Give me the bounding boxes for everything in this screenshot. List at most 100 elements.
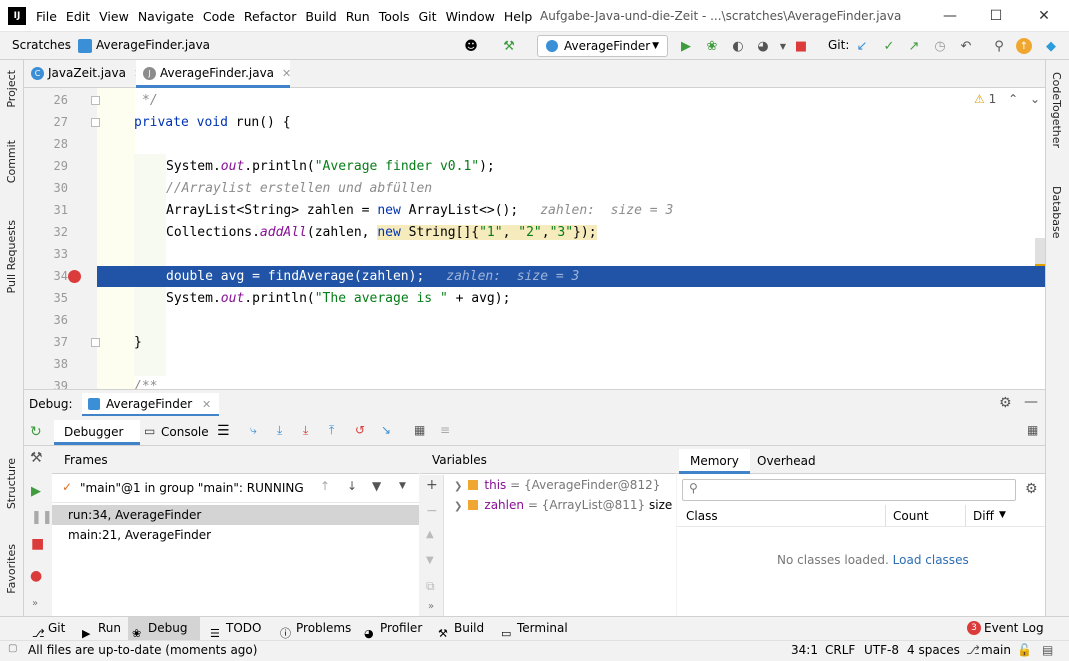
layout-settings-icon[interactable]: ▦ [1027, 423, 1038, 437]
menu-git[interactable]: Git [419, 9, 444, 24]
menu-refactor[interactable]: Refactor [244, 9, 303, 24]
menu-view[interactable]: View [99, 9, 136, 24]
side-tab-codetogether[interactable]: CodeTogether [1050, 72, 1063, 148]
event-log-button[interactable]: 3 Event Log [964, 617, 1044, 640]
chevron-down-icon[interactable]: ▼ [399, 481, 406, 491]
trace-stream-icon[interactable]: ≡ [440, 423, 450, 437]
coverage-icon[interactable]: ◐ [729, 37, 747, 55]
resume-icon[interactable]: ▶ [31, 484, 41, 499]
gear-icon[interactable]: ⚙ [999, 395, 1012, 411]
bottom-tab-todo[interactable]: ☰ TODO [206, 617, 261, 640]
side-tab-pull-requests[interactable]: Pull Requests [5, 220, 18, 293]
menu-run[interactable]: Run [346, 9, 377, 24]
close-window-button[interactable]: ✕ [1021, 0, 1067, 32]
git-branch[interactable]: main [981, 643, 1011, 657]
force-step-into-icon[interactable]: ⤓ [303, 423, 308, 438]
updates-icon[interactable]: ↑ [1016, 38, 1032, 54]
step-over-icon[interactable]: ⤷ [250, 423, 257, 438]
more-actions-icon[interactable]: » [32, 598, 38, 609]
remove-watch-icon[interactable]: − [426, 503, 438, 519]
rerun-icon[interactable]: ↻ [30, 424, 42, 440]
run-configuration-select[interactable]: AverageFinder ▼ [537, 35, 668, 57]
frame-item[interactable]: main:21, AverageFinder [52, 525, 419, 545]
warning-stripe-marker[interactable] [1035, 264, 1045, 266]
status-square-icon[interactable]: ▢ [8, 643, 17, 654]
bottom-tab-run[interactable]: ▶ Run [78, 617, 121, 640]
bottom-tab-debug[interactable]: ❀ Debug [128, 617, 200, 640]
menu-file[interactable]: File [36, 9, 64, 24]
bottom-tab-profiler[interactable]: ◕ Profiler [360, 617, 422, 640]
run-to-cursor-icon[interactable]: ↘ [381, 423, 391, 437]
fold-marker-icon[interactable] [91, 96, 100, 105]
stop-icon[interactable]: ■ [792, 37, 810, 55]
col-count[interactable]: Count [893, 509, 929, 523]
arrow-up-icon[interactable]: ↑ [320, 479, 330, 493]
step-out-icon[interactable]: ⤒ [329, 423, 334, 438]
debug-session-tab[interactable]: AverageFinder ✕ [82, 393, 220, 416]
menu-navigate[interactable]: Navigate [138, 9, 201, 24]
col-class[interactable]: Class [686, 509, 718, 523]
minimize-button[interactable]: — [927, 0, 973, 32]
chevron-down-icon[interactable]: ⌄ [1030, 92, 1040, 106]
code-editor[interactable]: ⚠ 1 ⌃ ⌄ 26 27 28 29 30 31 32 33 34 35 36… [24, 88, 1045, 389]
run-icon[interactable]: ▶ [677, 37, 695, 55]
side-tab-favorites[interactable]: Favorites [5, 544, 18, 594]
bottom-tab-problems[interactable]: ⓘ Problems [276, 617, 351, 640]
side-tab-project[interactable]: Project [5, 70, 18, 108]
git-commit-icon[interactable]: ✓ [880, 37, 898, 55]
drop-frame-icon[interactable]: ↺ [355, 423, 365, 437]
hide-panel-icon[interactable]: — [1024, 394, 1038, 410]
memory-search-input[interactable]: ⚲ [682, 479, 1016, 501]
bottom-tab-git[interactable]: ⎇ Git [28, 617, 65, 640]
maximize-button[interactable]: ☐ [973, 0, 1019, 32]
frame-item[interactable]: run:34, AverageFinder [52, 505, 419, 525]
gear-icon[interactable]: ⚙ [1025, 481, 1038, 497]
editor-scrollbar[interactable] [1035, 238, 1045, 266]
wrench-icon[interactable]: ⚒ [30, 450, 43, 466]
pause-icon[interactable]: ❚❚ [31, 510, 53, 525]
tab-console[interactable]: Console [161, 425, 209, 439]
move-up-icon[interactable]: ▲ [426, 529, 434, 540]
menu-edit[interactable]: Edit [66, 9, 97, 24]
side-tab-structure[interactable]: Structure [5, 458, 18, 509]
menu-help[interactable]: Help [504, 9, 540, 24]
load-classes-link[interactable]: Load classes [893, 553, 969, 567]
breadcrumb-file[interactable]: AverageFinder.java [96, 38, 210, 52]
chevron-right-icon[interactable]: ❯ [454, 501, 462, 512]
lock-icon[interactable]: 🔓 [1017, 643, 1032, 657]
jetbrains-toolbox-icon[interactable]: ◆ [1042, 37, 1060, 55]
tab-overhead[interactable]: Overhead [757, 454, 816, 468]
caret-position[interactable]: 34:1 [791, 643, 818, 657]
menu-window[interactable]: Window [446, 9, 502, 24]
variable-row-zahlen[interactable]: ❯ zahlen = {ArrayList@811} size = 3 [454, 495, 698, 515]
rollback-icon[interactable]: ↶ [957, 37, 975, 55]
col-diff[interactable]: Diff [973, 509, 994, 523]
variable-row-this[interactable]: ❯ this = {AverageFinder@812} [454, 475, 660, 495]
menu-lines-icon[interactable]: ☰ [217, 423, 230, 439]
step-into-icon[interactable]: ⤓ [277, 423, 282, 438]
filter-icon[interactable]: ▼ [372, 479, 381, 493]
git-update-icon[interactable]: ↙ [853, 37, 871, 55]
thread-selector[interactable]: ✓ "main"@1 in group "main": RUNNING ↑ ↓ … [52, 475, 419, 503]
file-encoding[interactable]: UTF-8 [864, 643, 899, 657]
view-breakpoints-icon[interactable]: ● [30, 568, 42, 584]
user-icon[interactable]: ☻ [462, 37, 480, 55]
more-run-chevron-icon[interactable]: ▼ [774, 37, 792, 55]
evaluate-expression-icon[interactable]: ▦ [414, 423, 425, 437]
fold-marker-icon[interactable] [91, 118, 100, 127]
menu-tools[interactable]: Tools [379, 9, 417, 24]
git-push-icon[interactable]: ↗ [905, 37, 923, 55]
arrow-down-icon[interactable]: ↓ [347, 479, 357, 493]
history-icon[interactable]: ◷ [931, 37, 949, 55]
menu-build[interactable]: Build [305, 9, 343, 24]
add-watch-icon[interactable]: + [426, 477, 438, 493]
more-actions-icon[interactable]: » [428, 601, 434, 612]
stop-icon[interactable]: ■ [31, 536, 44, 552]
tab-memory[interactable]: Memory [679, 449, 750, 474]
debug-bug-icon[interactable]: ❀ [703, 37, 721, 55]
search-icon[interactable]: ⚲ [990, 37, 1008, 55]
status-message[interactable]: All files are up-to-date (moments ago) [28, 643, 257, 657]
bottom-tab-terminal[interactable]: ▭ Terminal [497, 617, 568, 640]
indent-setting[interactable]: 4 spaces [907, 643, 960, 657]
chevron-up-icon[interactable]: ⌃ [1008, 92, 1018, 106]
